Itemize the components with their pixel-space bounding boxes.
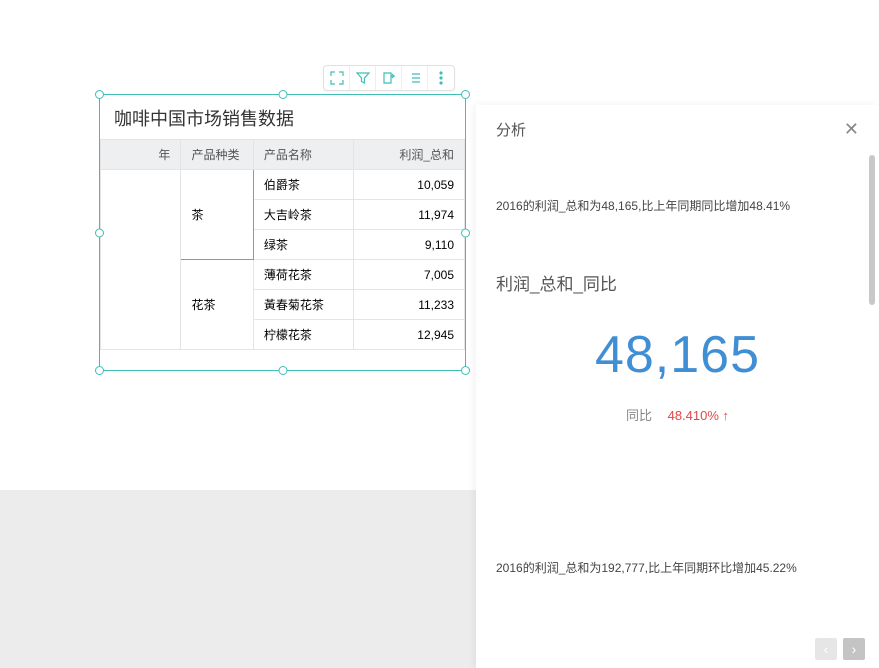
- col-profit[interactable]: 利润_总和: [354, 140, 465, 170]
- yoy-value: 48.410% ↑: [668, 408, 729, 423]
- analysis-sentence-1: 2016的利润_总和为48,165,比上年同期同比增加48.41%: [496, 197, 859, 214]
- cell-profit[interactable]: 9,110: [354, 230, 465, 260]
- cell-pname[interactable]: 薄荷花茶: [253, 260, 354, 290]
- cell-pname[interactable]: 大吉岭茶: [253, 200, 354, 230]
- cell-profit[interactable]: 11,974: [354, 200, 465, 230]
- resize-handle-ne[interactable]: [461, 90, 470, 99]
- cell-ptype[interactable]: 茶: [181, 170, 253, 260]
- cell-pname[interactable]: 柠檬花茶: [253, 320, 354, 350]
- yoy-label: 同比: [626, 408, 652, 423]
- widget-title: 咖啡中国市场销售数据: [100, 95, 465, 139]
- col-year[interactable]: 年: [101, 140, 181, 170]
- filter-icon[interactable]: [350, 66, 376, 90]
- analysis-yoy: 同比 48.410% ↑: [496, 405, 859, 424]
- jump-icon[interactable]: [376, 66, 402, 90]
- cell-ptype[interactable]: 花茶: [181, 260, 253, 350]
- resize-handle-n[interactable]: [278, 90, 287, 99]
- analysis-pager: ‹ ›: [476, 630, 879, 668]
- resize-handle-nw[interactable]: [95, 90, 104, 99]
- col-ptype[interactable]: 产品种类: [181, 140, 253, 170]
- more-icon[interactable]: [428, 66, 454, 90]
- analysis-title: 分析: [496, 119, 526, 140]
- scrollbar-thumb[interactable]: [869, 155, 875, 305]
- analysis-sentence-2: 2016的利润_总和为192,777,比上年同期环比增加45.22%: [496, 559, 859, 576]
- analysis-panel: 分析 ✕ 2016的利润_总和为48,165,比上年同期同比增加48.41% 利…: [476, 105, 879, 668]
- analysis-big-number: 48,165: [496, 325, 859, 385]
- resize-handle-se[interactable]: [461, 366, 470, 375]
- resize-handle-w[interactable]: [95, 228, 104, 237]
- next-page-icon[interactable]: ›: [843, 638, 865, 660]
- cell-pname[interactable]: 绿茶: [253, 230, 354, 260]
- resize-handle-sw[interactable]: [95, 366, 104, 375]
- close-icon[interactable]: ✕: [844, 119, 859, 140]
- list-icon[interactable]: [402, 66, 428, 90]
- widget-toolbar: [323, 65, 455, 91]
- col-pname[interactable]: 产品名称: [253, 140, 354, 170]
- resize-handle-s[interactable]: [278, 366, 287, 375]
- cell-profit[interactable]: 7,005: [354, 260, 465, 290]
- data-table: 年 产品种类 产品名称 利润_总和 茶 伯爵茶 10,059 大吉岭茶 11,9…: [100, 139, 465, 350]
- expand-icon[interactable]: [324, 66, 350, 90]
- resize-handle-e[interactable]: [461, 228, 470, 237]
- prev-page-icon[interactable]: ‹: [815, 638, 837, 660]
- scrollbar[interactable]: [869, 155, 875, 628]
- cell-profit[interactable]: 11,233: [354, 290, 465, 320]
- cell-profit[interactable]: 12,945: [354, 320, 465, 350]
- table-widget[interactable]: 咖啡中国市场销售数据 年 产品种类 产品名称 利润_总和 茶 伯爵茶 10,05…: [100, 95, 465, 370]
- cell-pname[interactable]: 伯爵茶: [253, 170, 354, 200]
- cell-profit[interactable]: 10,059: [354, 170, 465, 200]
- cell-year[interactable]: [101, 170, 181, 350]
- analysis-subtitle: 利润_总和_同比: [496, 270, 859, 295]
- cell-pname[interactable]: 黃春菊花茶: [253, 290, 354, 320]
